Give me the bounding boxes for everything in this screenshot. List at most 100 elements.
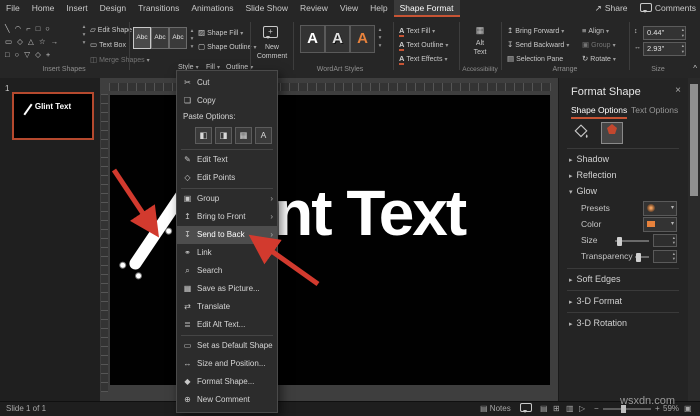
menu-item-new-comment[interactable]: ⊕New Comment xyxy=(177,391,277,409)
menu-item-bring-to-front[interactable]: ↥Bring to Front› xyxy=(177,208,277,226)
shape-style-preset-1[interactable]: Abc xyxy=(133,27,151,49)
view-slideshow-button[interactable]: ▷ xyxy=(579,402,585,416)
tab-help[interactable]: Help xyxy=(364,0,393,17)
paste-keep-source-icon[interactable]: ◨ xyxy=(215,127,232,144)
wordart-preset-1[interactable]: A xyxy=(300,25,325,53)
align-button[interactable]: ≡Align▾ xyxy=(582,26,609,35)
text-box-button[interactable]: ▭Text Box xyxy=(90,40,126,49)
glow-transparency-field[interactable]: ▴▾ xyxy=(653,250,677,263)
menu-item-size-and-position[interactable]: ↔Size and Position... xyxy=(177,355,277,373)
menu-bar: FileHomeInsertDesignTransitionsAnimation… xyxy=(0,0,700,18)
bring-forward-button[interactable]: ↥Bring Forward▾ xyxy=(507,26,564,35)
zoom-slider[interactable] xyxy=(603,408,651,410)
text-outline-button[interactable]: AText Outline▾ xyxy=(399,40,448,49)
shape-fill-button[interactable]: ▨Shape Fill▾ xyxy=(198,28,243,37)
shape-style-preset-2[interactable]: Abc xyxy=(151,27,169,49)
selection-handle[interactable] xyxy=(164,226,174,236)
glow-size-slider[interactable] xyxy=(615,240,649,242)
paste-text-only-icon[interactable]: A xyxy=(255,127,272,144)
view-normal-button[interactable]: ▤ xyxy=(540,402,548,416)
shapes-row-3[interactable]: □ ○ ▽ ◇ + xyxy=(5,48,79,61)
fit-to-window-button[interactable]: ▣ xyxy=(684,402,692,416)
shape-outline-button[interactable]: ▢Shape Outline▾ xyxy=(198,42,256,51)
tab-design[interactable]: Design xyxy=(94,0,132,17)
shape-styles-scroll[interactable]: ▴▾▾ xyxy=(188,27,196,51)
merge-shapes-button[interactable]: ◫Merge Shapes▾ xyxy=(90,55,150,64)
zoom-out-button[interactable]: − xyxy=(594,402,599,416)
selection-handle[interactable] xyxy=(134,271,144,281)
slide-thumbnail[interactable]: Glint Text xyxy=(12,92,94,140)
rotate-button[interactable]: ↻Rotate▾ xyxy=(582,54,616,63)
menu-separator xyxy=(181,188,273,189)
tab-slide-show[interactable]: Slide Show xyxy=(239,0,294,17)
send-backward-button[interactable]: ↧Send Backward▾ xyxy=(507,40,569,49)
selection-pane-button[interactable]: ▤Selection Pane xyxy=(507,54,563,63)
shapes-row-1[interactable]: ╲ ◠ ⌐ □ ○ xyxy=(5,22,79,35)
text-effects-button[interactable]: AText Effects▾ xyxy=(399,54,448,63)
paste-destination-theme-icon[interactable]: ◧ xyxy=(195,127,212,144)
group-button[interactable]: ▣Group▾ xyxy=(582,40,616,49)
text-fill-button[interactable]: AText Fill▾ xyxy=(399,26,435,35)
section-3d-rotation[interactable]: ▸3-D Rotation xyxy=(569,318,627,328)
wordart-preset-2[interactable]: A xyxy=(325,25,350,53)
comments-button[interactable]: Comments xyxy=(640,3,696,13)
menu-item-send-to-back[interactable]: ↧Send to Back› xyxy=(177,226,277,244)
tab-insert[interactable]: Insert xyxy=(60,0,93,17)
collapse-ribbon-button[interactable]: ^ xyxy=(693,64,697,73)
edit-points-icon: ◇ xyxy=(181,169,194,187)
ribbon-separator xyxy=(129,22,130,70)
glow-size-field[interactable]: ▴▾ xyxy=(653,234,677,247)
selection-handle[interactable] xyxy=(118,260,128,270)
menu-item-group[interactable]: ▣Group› xyxy=(177,190,277,208)
comments-toggle[interactable] xyxy=(520,402,535,416)
menu-item-copy[interactable]: ❏Copy xyxy=(177,92,277,110)
glow-color-dropdown[interactable]: ▾ xyxy=(643,217,677,232)
menu-item-cut[interactable]: ✂Cut xyxy=(177,74,277,92)
section-reflection[interactable]: ▸Reflection xyxy=(569,170,617,180)
notes-button[interactable]: ▤ Notes xyxy=(480,402,511,416)
view-slide-sorter-button[interactable]: ⊞ xyxy=(553,402,560,416)
effects-icon[interactable] xyxy=(601,122,623,144)
tab-text-options[interactable]: Text Options xyxy=(631,105,678,115)
menu-item-save-as-picture[interactable]: ▦Save as Picture... xyxy=(177,280,277,298)
section-3d-format[interactable]: ▸3-D Format xyxy=(569,296,622,306)
section-soft-edges[interactable]: ▸Soft Edges xyxy=(569,274,621,284)
paste-picture-icon[interactable]: ▦ xyxy=(235,127,252,144)
close-pane-icon[interactable]: × xyxy=(675,85,681,96)
shapes-gallery[interactable]: ╲ ◠ ⌐ □ ○ ▭ ◇ △ ☆ → □ ○ ▽ ◇ + xyxy=(5,22,79,61)
scrollbar-thumb[interactable] xyxy=(690,84,698,196)
tab-file[interactable]: File xyxy=(0,0,26,17)
tab-home[interactable]: Home xyxy=(26,0,61,17)
tab-transitions[interactable]: Transitions xyxy=(132,0,185,17)
menu-item-link[interactable]: ⚭Link› xyxy=(177,244,277,262)
shapes-gallery-scroll[interactable]: ▴▾▾ xyxy=(80,23,88,47)
tab-review[interactable]: Review xyxy=(294,0,334,17)
tab-view[interactable]: View xyxy=(334,0,364,17)
view-reading-button[interactable]: ▥ xyxy=(566,402,574,416)
tab-shape-options[interactable]: Shape Options xyxy=(571,105,627,119)
glow-presets-dropdown[interactable]: ▾ xyxy=(643,201,677,216)
new-comment-icon: + xyxy=(263,26,278,38)
menu-item-format-shape[interactable]: ◆Format Shape... xyxy=(177,373,277,391)
shape-height-field[interactable]: 0.44"▴▾ xyxy=(643,26,686,40)
shape-fill-icon: ▨ xyxy=(198,28,205,37)
vertical-scrollbar[interactable] xyxy=(688,78,700,401)
glow-transparency-slider[interactable] xyxy=(635,256,649,258)
tab-shape-format[interactable]: Shape Format xyxy=(394,0,460,17)
menu-item-set-as-default-shape[interactable]: ▭Set as Default Shape xyxy=(177,337,277,355)
section-glow[interactable]: ▾Glow xyxy=(569,186,597,196)
wordart-scroll[interactable]: ▴▾▾ xyxy=(376,26,384,50)
fill-line-icon[interactable] xyxy=(573,124,589,142)
menu-item-search[interactable]: ⌕Search xyxy=(177,262,277,280)
section-shadow[interactable]: ▸Shadow xyxy=(569,154,609,164)
menu-item-edit-points[interactable]: ◇Edit Points xyxy=(177,169,277,187)
menu-item-translate[interactable]: ⇄Translate xyxy=(177,298,277,316)
menu-item-edit-alt-text[interactable]: ≣Edit Alt Text... xyxy=(177,316,277,334)
shape-style-preset-3[interactable]: Abc xyxy=(169,27,187,49)
shapes-row-2[interactable]: ▭ ◇ △ ☆ → xyxy=(5,35,79,48)
share-button[interactable]: ↗Share xyxy=(595,3,628,13)
tab-animations[interactable]: Animations xyxy=(185,0,239,17)
shape-width-field[interactable]: 2.93"▴▾ xyxy=(643,42,686,56)
wordart-preset-3[interactable]: A xyxy=(350,25,375,53)
menu-item-edit-text[interactable]: ✎Edit Text xyxy=(177,151,277,169)
